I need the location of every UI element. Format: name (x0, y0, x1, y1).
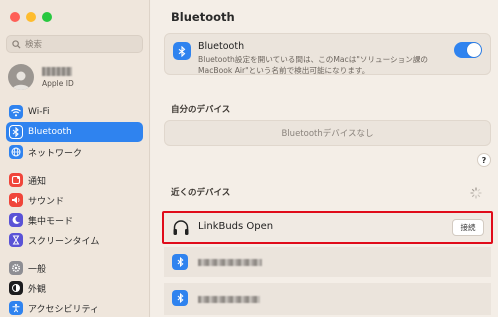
profile-subtitle: Apple ID (42, 78, 74, 88)
gear-icon (9, 261, 23, 275)
sidebar-item-notifications[interactable]: 通知 (6, 170, 143, 190)
zoom-button[interactable] (42, 12, 52, 22)
loading-spinner-icon (470, 187, 482, 199)
sidebar-item-label: Wi-Fi (28, 107, 50, 117)
apple-id-profile[interactable]: Apple ID (8, 64, 74, 90)
profile-name-redacted (42, 66, 72, 76)
sidebar-item-network[interactable]: ネットワーク (6, 142, 143, 162)
moon-icon (9, 213, 23, 227)
bluetooth-card: Bluetooth Bluetooth設定を開いている間は、このMacは"ソリュ… (164, 33, 491, 75)
nearby-devices-heading: 近くのデバイス (171, 188, 231, 198)
bluetooth-icon (172, 254, 188, 270)
sidebar-item-label: 通知 (28, 176, 47, 187)
sidebar-item-label: 集中モード (28, 216, 74, 227)
bluetooth-label: Bluetooth (198, 41, 245, 52)
sidebar-item-sound[interactable]: サウンド (6, 190, 143, 210)
accessibility-icon (9, 301, 23, 315)
search-icon (12, 39, 21, 49)
sidebar-item-wifi[interactable]: Wi-Fi (6, 102, 143, 122)
my-devices-empty: Bluetoothデバイスなし (164, 120, 491, 146)
nearby-device-linkbuds-open[interactable]: LinkBuds Open 接続 (162, 211, 493, 244)
nav-group-notifications: 通知 サウンド 集中モード スクリーンタイム (6, 170, 143, 250)
window-controls (10, 12, 52, 22)
hourglass-icon (9, 233, 23, 247)
globe-icon (9, 145, 23, 159)
device-name-redacted (198, 259, 262, 266)
sidebar: 検索 Apple ID Wi-Fi Bluetooth ネットワーク 通知 サウ… (0, 0, 150, 317)
nearby-device-redacted[interactable] (164, 283, 491, 315)
toggle-knob (467, 43, 481, 57)
close-button[interactable] (10, 12, 20, 22)
search-placeholder: 検索 (25, 40, 43, 50)
sidebar-item-general[interactable]: 一般 (6, 258, 143, 278)
bluetooth-icon (9, 125, 23, 139)
bluetooth-icon (172, 290, 188, 306)
bluetooth-toggle[interactable] (454, 42, 482, 58)
device-name: LinkBuds Open (198, 221, 274, 232)
avatar (8, 64, 34, 90)
bluetooth-description: Bluetooth設定を開いている間は、このMacは"ソリューション課のMacB… (198, 55, 429, 75)
bell-icon (9, 173, 23, 187)
main-panel: Bluetooth Bluetooth Bluetooth設定を開いている間は、… (151, 0, 498, 317)
sidebar-item-appearance[interactable]: 外観 (6, 278, 143, 298)
my-devices-empty-text: Bluetoothデバイスなし (281, 129, 374, 139)
page-title: Bluetooth (171, 10, 235, 24)
sidebar-item-focus[interactable]: 集中モード (6, 210, 143, 230)
wifi-icon (9, 105, 23, 119)
sidebar-item-label: Bluetooth (28, 127, 72, 137)
sidebar-item-accessibility[interactable]: アクセシビリティ (6, 298, 143, 317)
sidebar-item-label: スクリーンタイム (28, 236, 100, 247)
nav-group-network: Wi-Fi Bluetooth ネットワーク (6, 102, 143, 162)
help-button[interactable]: ? (477, 153, 491, 167)
sidebar-item-label: サウンド (28, 196, 65, 207)
search-input[interactable]: 検索 (6, 35, 143, 53)
sidebar-item-screen-time[interactable]: スクリーンタイム (6, 230, 143, 250)
nav-group-general: 一般 外観 アクセシビリティ (6, 258, 143, 317)
sidebar-item-label: アクセシビリティ (28, 304, 100, 315)
sidebar-item-label: 一般 (28, 264, 47, 275)
bluetooth-icon (173, 42, 191, 60)
minimize-button[interactable] (26, 12, 36, 22)
headphones-icon (173, 220, 189, 235)
person-icon (12, 71, 30, 90)
nearby-device-redacted[interactable] (164, 247, 491, 277)
device-name-redacted (198, 296, 260, 303)
appearance-icon (9, 281, 23, 295)
sidebar-item-bluetooth[interactable]: Bluetooth (6, 122, 143, 142)
my-devices-heading: 自分のデバイス (171, 105, 231, 115)
connect-button[interactable]: 接続 (452, 219, 484, 236)
speaker-icon (9, 193, 23, 207)
sidebar-item-label: ネットワーク (28, 148, 83, 159)
sidebar-item-label: 外観 (28, 284, 47, 295)
